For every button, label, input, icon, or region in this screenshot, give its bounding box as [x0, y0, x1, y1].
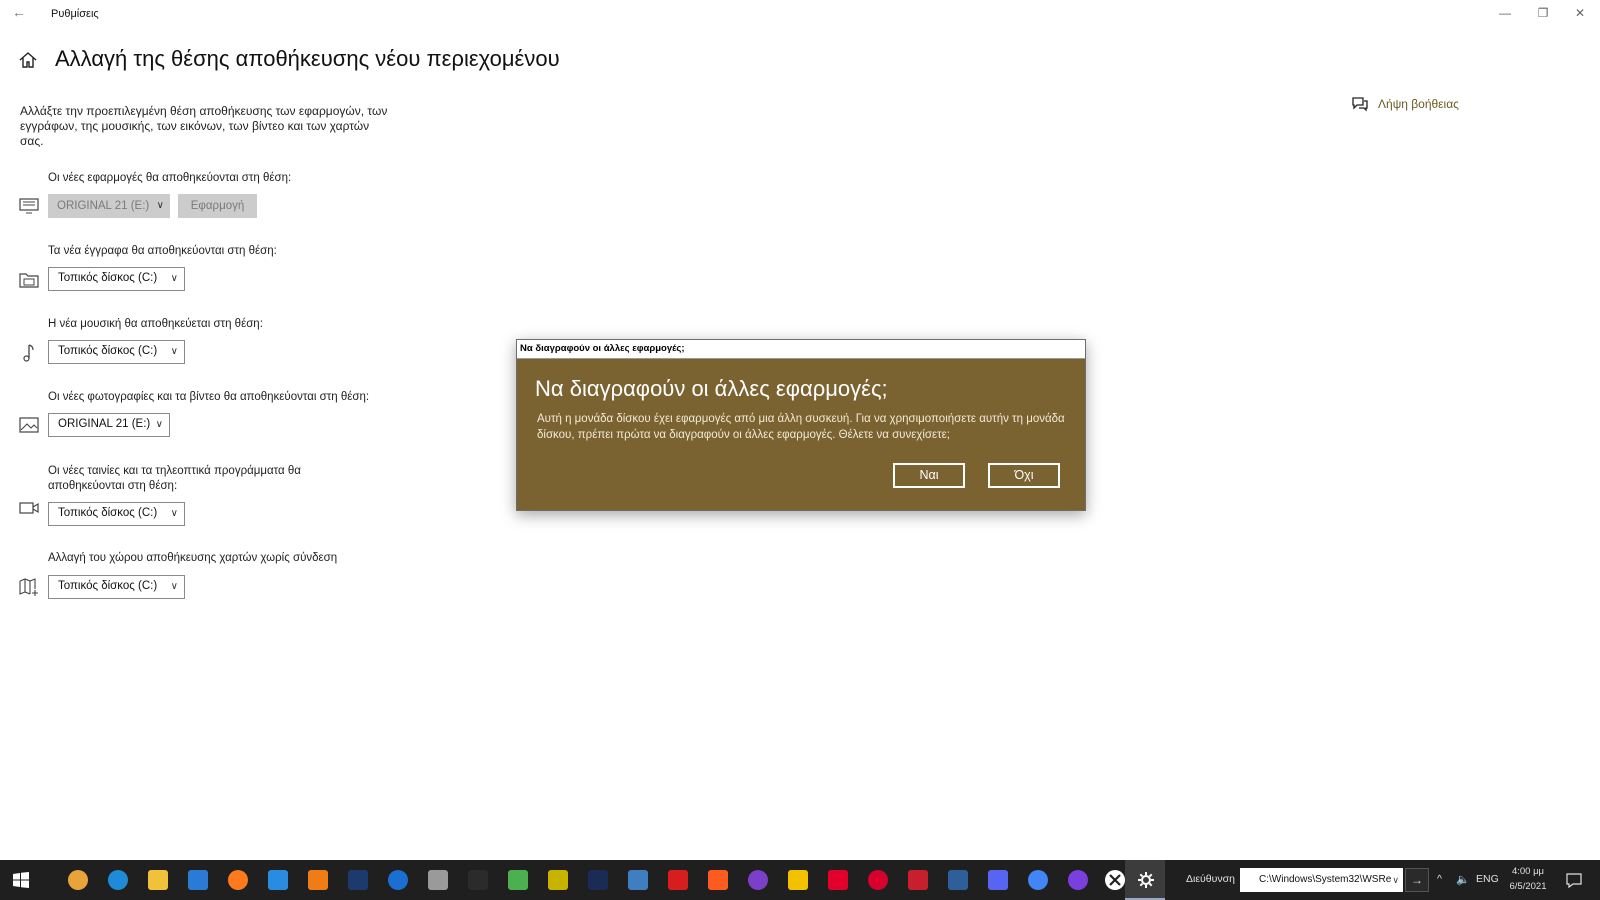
discord-icon[interactable] — [988, 870, 1008, 890]
notifications-icon[interactable] — [1565, 871, 1585, 891]
xbox-app-icon[interactable] — [1105, 870, 1125, 890]
chevron-down-icon: ∨ — [155, 419, 163, 430]
clock-time: 4:00 μμ — [1511, 866, 1545, 877]
remote-desktop-icon[interactable] — [948, 870, 968, 890]
photos-location-label: Οι νέες φωτογραφίες και τα βίντεο θα απο… — [48, 391, 370, 403]
chevron-down-icon: ∨ — [170, 273, 178, 284]
dark-icon[interactable] — [588, 870, 608, 890]
chevron-down-icon[interactable]: ∨ — [1392, 868, 1399, 892]
page-description: Αλλάξτε την προεπιλεγμένη θέση αποθήκευσ… — [20, 104, 388, 148]
help-chat-icon[interactable] — [1351, 96, 1369, 117]
close-button[interactable]: ✕ — [1570, 6, 1590, 20]
chrome-canary-icon[interactable] — [68, 870, 88, 890]
steam-icon[interactable] — [348, 870, 368, 890]
dialog-title-bar[interactable]: Να διαγραφούν οι άλλες εφαρμογές; — [517, 340, 1085, 359]
address-input[interactable]: C:\Windows\System32\WSRe ∨ — [1240, 868, 1403, 892]
back-button[interactable]: ← — [12, 4, 26, 20]
photos-icon[interactable] — [628, 870, 648, 890]
monitor-icon — [18, 195, 40, 217]
settings-icon[interactable] — [1136, 870, 1156, 890]
chevron-down-icon: ∨ — [170, 581, 178, 592]
movies-location-label: Οι νέες ταινίες και τα τηλεοπτικά προγρά… — [48, 465, 301, 492]
music-note-icon — [18, 342, 40, 364]
music-location-value: Τοπικός δίσκος (C:) — [58, 345, 158, 357]
volume-icon[interactable]: 🔈 — [1456, 873, 1470, 886]
firefox-icon[interactable] — [228, 870, 248, 890]
origin-icon[interactable] — [708, 870, 728, 890]
documents-location-value: Τοπικός δίσκος (C:) — [58, 272, 158, 284]
chevron-down-icon: ∨ — [170, 346, 178, 357]
apps-location-value: ORIGINAL 21 (E:) — [57, 200, 150, 212]
game-icon[interactable] — [548, 870, 568, 890]
page-title: Αλλαγή της θέσης αποθήκευσης νέου περιεχ… — [55, 46, 560, 71]
dialog-message: Αυτή η μονάδα δίσκου έχει εφαρμογές από … — [537, 413, 1065, 441]
language-indicator[interactable]: ENG — [1476, 873, 1499, 885]
photos-location-dropdown[interactable]: ORIGINAL 21 (E:) ∨ — [48, 413, 170, 437]
maps-location-value: Τοπικός δίσκος (C:) — [58, 580, 158, 592]
address-label: Διεύθυνση — [1186, 873, 1235, 885]
video-camera-icon — [18, 497, 40, 519]
start-button[interactable] — [11, 870, 31, 890]
taskbar: Διεύθυνση C:\Windows\System32\WSRe ∨ → ^… — [0, 860, 1600, 900]
edge-icon[interactable] — [108, 870, 128, 890]
music-location-dropdown[interactable]: Τοπικός δίσκος (C:) ∨ — [48, 340, 185, 364]
clock-date: 6/5/2021 — [1509, 881, 1547, 892]
photos-location-value: ORIGINAL 21 (E:) — [58, 418, 151, 430]
filezilla-icon[interactable] — [908, 870, 928, 890]
documents-location-label: Τα νέα έγγραφα θα αποθηκεύονται στη θέση… — [48, 245, 277, 257]
no-button[interactable]: Όχι — [988, 463, 1060, 488]
epic-games-icon[interactable] — [468, 870, 488, 890]
xbox-icon[interactable] — [508, 870, 528, 890]
movies-location-dropdown[interactable]: Τοπικός δίσκος (C:) ∨ — [48, 502, 185, 526]
tray-chevron-icon[interactable]: ^ — [1437, 873, 1442, 885]
vlc-icon[interactable] — [308, 870, 328, 890]
picture-icon — [18, 414, 40, 436]
acrobat-icon[interactable] — [668, 870, 688, 890]
map-icon — [18, 576, 40, 598]
minimize-button[interactable]: — — [1495, 6, 1515, 20]
maps-location-dropdown[interactable]: Τοπικός δίσκος (C:) ∨ — [48, 575, 185, 599]
window-title: Ρυθμίσεις — [51, 8, 99, 20]
creative-cloud-icon[interactable] — [868, 870, 888, 890]
rockstar-icon[interactable] — [788, 870, 808, 890]
apps-location-label: Οι νέες εφαρμογές θα αποθηκεύονται στη θ… — [48, 172, 292, 184]
music-location-label: Η νέα μουσική θα αποθηκεύεται στη θέση: — [48, 318, 263, 330]
store-icon[interactable] — [188, 870, 208, 890]
delete-apps-dialog: Να διαγραφούν οι άλλες εφαρμογές; Να δια… — [516, 339, 1086, 511]
chevron-down-icon: ∨ — [156, 200, 164, 211]
chevron-down-icon: ∨ — [170, 508, 178, 519]
cortana-icon[interactable] — [1068, 870, 1088, 890]
maps-location-label: Αλλαγή του χώρου αποθήκευσης χαρτών χωρί… — [48, 552, 338, 564]
get-help-link[interactable]: Λήψη βοήθειας — [1378, 97, 1459, 111]
clock[interactable]: 4:00 μμ 6/5/2021 — [1502, 864, 1554, 894]
dialog-heading: Να διαγραφούν οι άλλες εφαρμογές; — [535, 376, 888, 401]
apps-location-dropdown[interactable]: ORIGINAL 21 (E:) ∨ — [48, 194, 170, 218]
address-value: C:\Windows\System32\WSRe — [1259, 874, 1392, 885]
mail-icon[interactable] — [268, 870, 288, 890]
folder-icon — [18, 269, 40, 291]
movies-location-value: Τοπικός δίσκος (C:) — [58, 507, 158, 519]
uplay-icon[interactable] — [388, 870, 408, 890]
address-go-button[interactable]: → — [1405, 868, 1429, 892]
file-explorer-icon[interactable] — [148, 870, 168, 890]
chrome-icon[interactable] — [1028, 870, 1048, 890]
launcher-icon[interactable] — [428, 870, 448, 890]
home-icon[interactable] — [18, 50, 38, 75]
apply-button[interactable]: Εφαρμογή — [178, 194, 257, 218]
yes-button[interactable]: Ναι — [893, 463, 965, 488]
restore-button[interactable]: ❐ — [1533, 6, 1553, 20]
visual-studio-icon[interactable] — [748, 870, 768, 890]
heart-icon[interactable] — [828, 870, 848, 890]
documents-location-dropdown[interactable]: Τοπικός δίσκος (C:) ∨ — [48, 267, 185, 291]
